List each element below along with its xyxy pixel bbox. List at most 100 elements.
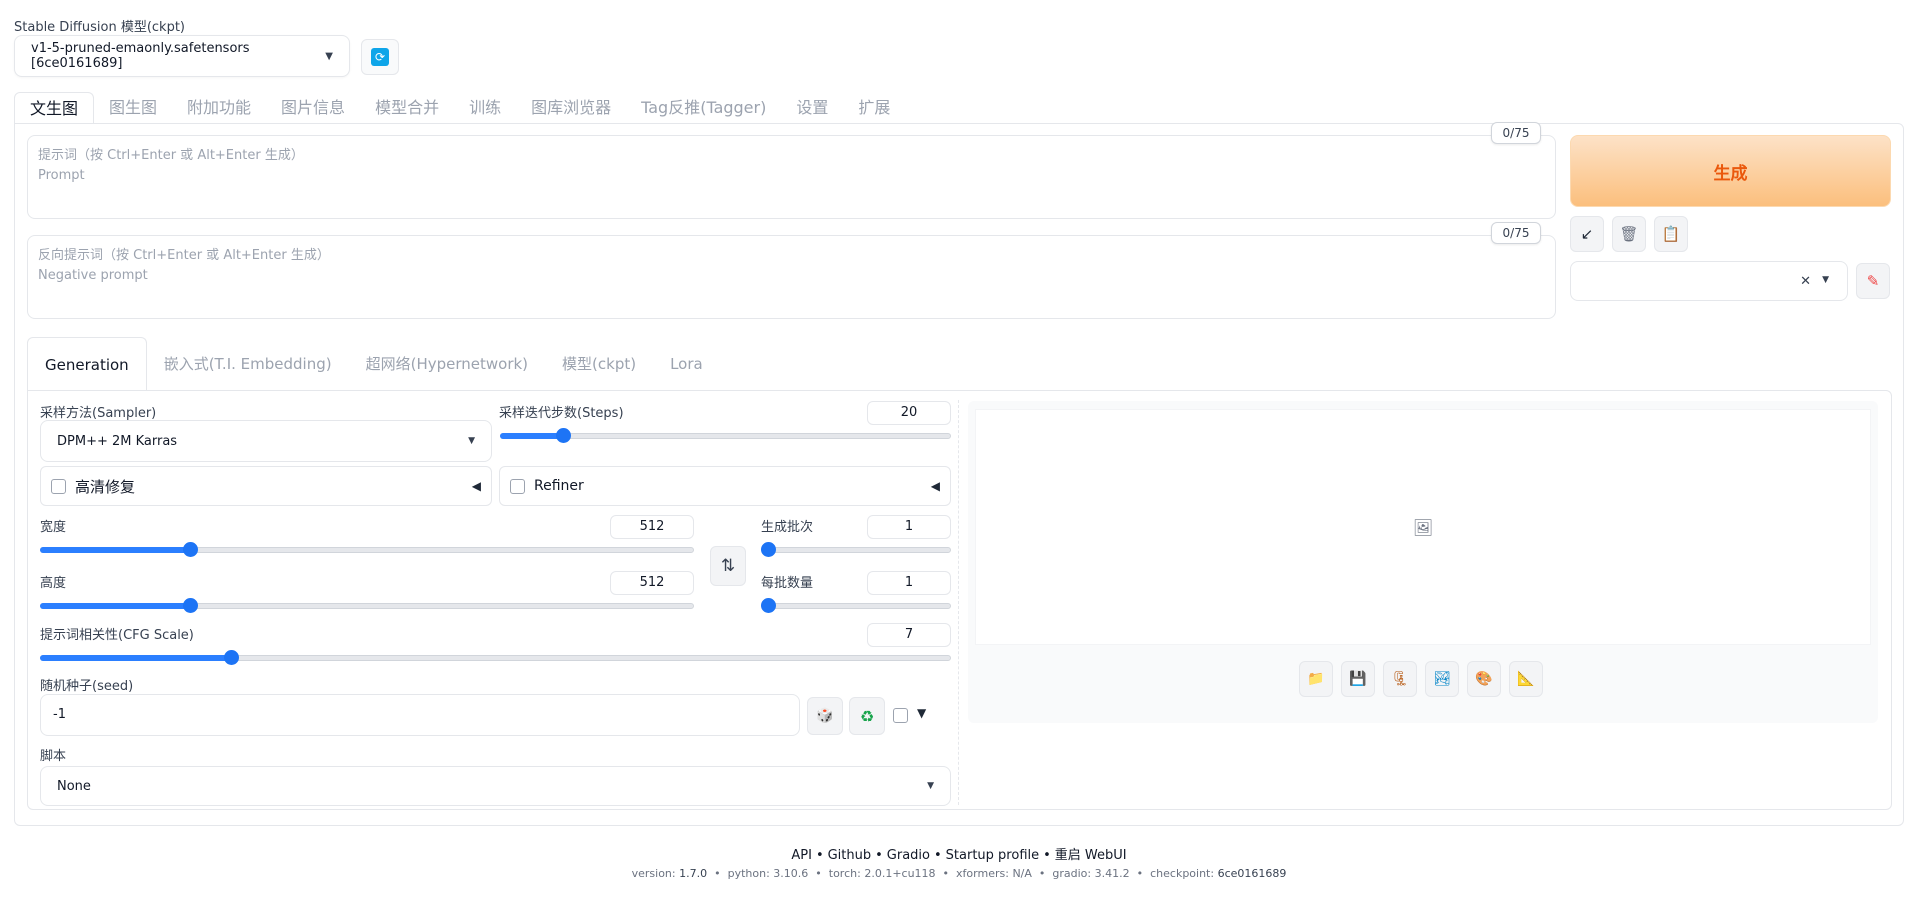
save-button[interactable]: 💾 [1341,661,1375,697]
styles-select[interactable]: ✕ ▼ [1570,261,1848,301]
expand-triangle-icon[interactable]: ▼ [917,706,926,720]
startup-profile-link[interactable]: Startup profile [946,848,1039,863]
tab-extras[interactable]: 附加功能 [172,92,266,124]
hires-fix-accordion[interactable]: 高清修复 ◀ [40,466,492,506]
sampler-select[interactable]: DPM++ 2M Karras ▼ [40,420,492,462]
tab-png-info[interactable]: 图片信息 [266,92,360,124]
tab-lora[interactable]: Lora [653,337,720,391]
save-zip-button[interactable]: 🗜 [1383,661,1417,697]
prompt-token-counter: 0/75 [1491,122,1541,144]
batch-size-slider[interactable] [761,597,951,613]
tab-txt2img[interactable]: 文生图 [14,92,95,124]
open-folder-button[interactable]: 📁 [1299,661,1333,697]
xformers-label: xformers: [956,867,1009,880]
tab-textual-inversion[interactable]: 嵌入式(T.I. Embedding) [147,337,349,391]
tab-img2img[interactable]: 图生图 [94,92,172,124]
batch-size-number-input[interactable]: 1 [867,571,951,595]
width-number-input[interactable]: 512 [610,515,694,539]
extra-seed-checkbox[interactable] [893,708,908,723]
generate-button[interactable]: 生成 [1570,135,1891,207]
tab-checkpoints[interactable]: 模型(ckpt) [545,337,653,391]
torch-label: torch: [828,867,861,880]
prompt-input[interactable]: 提示词（按 Ctrl+Enter 或 Alt+Enter 生成） Prompt [27,135,1556,219]
slider-thumb[interactable] [224,650,240,665]
steps-label: 采样迭代步数(Steps) [499,406,624,421]
refresh-model-button[interactable]: ⟳ [361,39,399,75]
tab-train[interactable]: 训练 [454,92,516,124]
tab-checkpoint-merger[interactable]: 模型合并 [360,92,454,124]
apply-styles-button[interactable]: 📋 [1654,216,1688,252]
tab-tagger[interactable]: Tag反推(Tagger) [626,92,781,124]
chevron-down-icon: ▼ [927,781,934,791]
cfg-scale-label: 提示词相关性(CFG Scale) [40,628,194,643]
checkpoint-value: 6ce0161689 [1217,867,1287,880]
slider-thumb[interactable] [761,542,776,557]
clear-prompt-button[interactable]: 🗑 [1612,216,1646,252]
footer-sep: • [815,848,824,863]
python-label: python: [727,867,770,880]
width-label: 宽度 [40,520,67,535]
version-value[interactable]: 1.7.0 [679,867,707,880]
negative-prompt-input[interactable]: 反向提示词（按 Ctrl+Enter 或 Alt+Enter 生成） Negat… [27,235,1556,319]
gradio-link[interactable]: Gradio [887,848,930,863]
edit-styles-button[interactable]: ✎ [1856,263,1890,299]
swap-dimensions-button[interactable]: ⇅ [710,546,746,586]
refiner-accordion[interactable]: Refiner ◀ [499,466,951,506]
batch-count-label: 生成批次 [761,520,814,535]
github-link[interactable]: Github [828,848,872,863]
width-slider[interactable] [40,541,694,557]
folder-icon: 📁 [1307,671,1325,687]
version-info: version: 1.7.0 • python: 3.10.6 • torch:… [631,867,1287,880]
batch-size-label: 每批数量 [761,576,814,591]
slider-thumb[interactable] [183,598,199,613]
batch-count-slider[interactable] [761,541,951,557]
collapse-triangle-icon[interactable]: ◀ [472,479,481,493]
tab-generation[interactable]: Generation [27,337,147,391]
tab-image-browser[interactable]: 图库浏览器 [516,92,626,124]
model-select[interactable]: v1-5-pruned-emaonly.safetensors [6ce0161… [14,35,350,77]
script-label: 脚本 [40,749,67,764]
slider-thumb[interactable] [183,542,199,557]
height-number-input[interactable]: 512 [610,571,694,595]
clipboard-icon: 📋 [1661,225,1681,243]
refiner-label: Refiner [534,478,584,494]
script-select[interactable]: None ▼ [40,766,951,806]
send-to-inpaint-button[interactable]: 🎨 [1467,661,1501,697]
prompt-placeholder-en: Prompt [38,168,85,183]
negative-prompt-placeholder-en: Negative prompt [38,268,148,283]
steps-number-input[interactable]: 20 [867,401,951,425]
trash-icon: 🗑 [1619,225,1639,243]
read-params-button[interactable]: ↙ [1570,216,1604,252]
swap-icon: ⇅ [720,556,736,576]
tab-extensions[interactable]: 扩展 [843,92,905,124]
api-link[interactable]: API [791,848,812,863]
steps-slider[interactable] [500,427,951,443]
clear-icon[interactable]: ✕ [1800,274,1811,289]
model-select-label: Stable Diffusion 模型(ckpt) [14,20,186,35]
recycle-icon: ♻ [859,706,875,726]
tab-hypernetwork[interactable]: 超网络(Hypernetwork) [349,337,545,391]
hires-fix-checkbox[interactable] [51,478,66,494]
reuse-seed-button[interactable]: ♻ [849,697,885,735]
slider-thumb[interactable] [761,598,776,613]
seed-input[interactable]: -1 [40,694,800,736]
send-to-img2img-button[interactable]: 🏞 [1425,661,1459,697]
tab-settings[interactable]: 设置 [781,92,843,124]
slider-thumb[interactable] [556,428,572,443]
cfg-scale-slider[interactable] [40,649,951,665]
collapse-triangle-icon[interactable]: ◀ [931,479,940,493]
send-to-extras-button[interactable]: 📐 [1509,661,1543,697]
reload-webui-link[interactable]: 重启 WebUI [1055,848,1127,863]
output-toolbar: 📁 💾 🗜 🏞 🎨 📐 [1299,661,1543,697]
footer-links: API • Github • Gradio • Startup profile • 重启 Web… [0,844,1918,863]
sampler-label: 采样方法(Sampler) [40,406,157,421]
random-seed-button[interactable]: 🎲 [807,697,843,735]
chevron-down-icon: ▼ [1822,275,1829,285]
footer-sep: • [934,848,942,863]
batch-count-number-input[interactable]: 1 [867,515,951,539]
extra-networks-tab-bar: Generation 嵌入式(T.I. Embedding) 超网络(Hyper… [27,337,720,391]
checkpoint-label: checkpoint: [1150,867,1215,880]
cfg-scale-number-input[interactable]: 7 [867,623,951,647]
refiner-checkbox[interactable] [510,478,525,494]
height-slider[interactable] [40,597,694,613]
